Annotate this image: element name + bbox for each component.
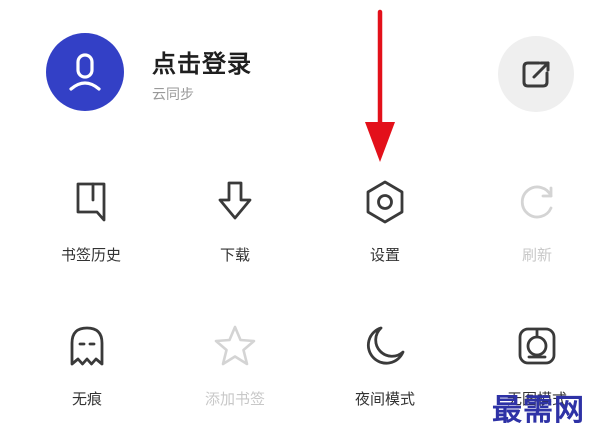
- menu-item-label: 无痕: [71, 390, 102, 408]
- menu-item-settings[interactable]: 设置: [320, 178, 450, 288]
- menu-item-label: 添加书签: [204, 390, 265, 408]
- moon-icon: [366, 326, 405, 365]
- menu-item-refresh: 刷新: [472, 178, 602, 288]
- menu-item-bookmarks-history[interactable]: 书签历史: [26, 178, 156, 288]
- download-icon: [218, 181, 252, 220]
- edit-button[interactable]: [498, 36, 574, 112]
- account-header: 点击登录 云同步: [0, 0, 605, 140]
- annotation-arrow: [365, 9, 395, 162]
- no-image-icon: [518, 327, 556, 365]
- menu-item-label: 刷新: [521, 246, 552, 264]
- cloud-sync-label: 云同步: [152, 87, 194, 103]
- bookmark-icon: [76, 182, 106, 222]
- user-icon: [69, 53, 101, 91]
- settings-hexagon-icon: [366, 180, 404, 224]
- login-link[interactable]: 点击登录: [152, 44, 252, 79]
- menu-item-night-mode[interactable]: 夜间模式: [320, 322, 450, 432]
- watermark-text: 最需网: [492, 393, 585, 428]
- avatar[interactable]: [46, 33, 124, 111]
- menu-item-incognito[interactable]: 无痕: [22, 322, 152, 432]
- menu-item-label: 设置: [369, 246, 400, 264]
- refresh-icon: [520, 185, 553, 219]
- ghost-icon: [70, 326, 104, 366]
- menu-item-add-bookmark: 添加书签: [170, 322, 300, 432]
- menu-item-label: 夜间模式: [354, 390, 415, 408]
- menu-item-label: 书签历史: [60, 246, 121, 264]
- menu-item-label: 下载: [219, 246, 250, 264]
- star-icon: [214, 325, 256, 366]
- menu-item-download[interactable]: 下载: [170, 178, 300, 288]
- edit-icon: [522, 61, 550, 88]
